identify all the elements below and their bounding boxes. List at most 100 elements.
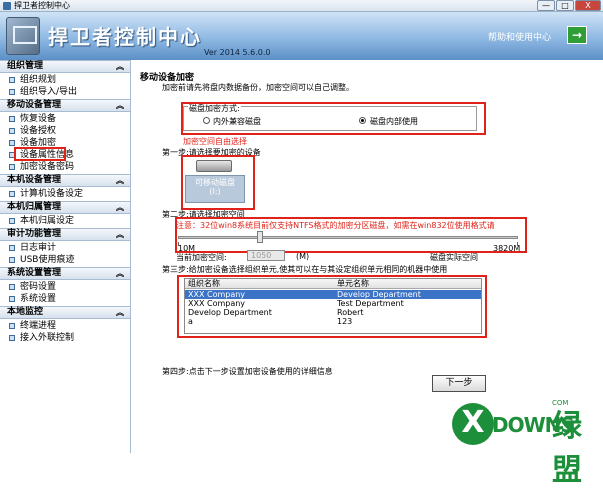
item-label: 组织规划 (20, 75, 57, 85)
item-label: 加密设备密码 (20, 162, 75, 172)
watermark-x-icon: X (452, 403, 494, 445)
sidebar-item-system-setting[interactable]: 系统设置 (0, 293, 130, 305)
minimize-button[interactable]: — (537, 0, 555, 11)
app-icon (3, 2, 11, 10)
item-icon (9, 335, 15, 341)
sidebar-item-device-auth[interactable]: 设备授权 (0, 125, 130, 137)
sidebar-item-password-setting[interactable]: 密码设置 (0, 281, 130, 293)
current-space-label: 当前加密空间: (176, 253, 227, 262)
sidebar-section-mobile: 移动设备管理 ︽ 恢复设备 设备授权 设备加密 设备属性信息 加密设备密码 (0, 99, 130, 174)
slider-max-label: 3820M (493, 244, 521, 253)
item-icon (9, 323, 15, 329)
maximize-button[interactable]: □ (556, 0, 574, 11)
sidebar-item-org-plan[interactable]: 组织规划 (0, 74, 130, 86)
section-title: 组织管理 (7, 61, 44, 71)
app-title: 捍卫者控制中心 (48, 25, 202, 49)
item-icon (9, 191, 15, 197)
item-label: 系统设置 (20, 294, 57, 304)
app-logo-icon (6, 17, 40, 55)
sidebar-section-system: 系统设置管理 ︽ 密码设置 系统设置 (0, 267, 130, 306)
item-icon (9, 116, 15, 122)
section-title: 移动设备管理 (7, 100, 62, 110)
disk-actual-space-label: 磁盘实际空间 (430, 253, 478, 262)
sidebar-section-ownership: 本机归属管理 ︽ 本机归属设定 (0, 201, 130, 228)
window-title: 捍卫者控制中心 (14, 1, 70, 10)
app-header: 捍卫者控制中心 Ver 2014 5.6.0.0 帮助和使用中心 → (0, 12, 603, 60)
collapse-chevron-icon[interactable]: ︽ (116, 268, 124, 279)
free-choice-label: 加密空间自由选择 (183, 137, 247, 146)
item-label: 接入外联控制 (20, 333, 75, 343)
sidebar-section-header[interactable]: 本机归属管理 ︽ (0, 201, 130, 214)
sidebar-item-process[interactable]: 终端进程 (0, 320, 130, 332)
item-label: 密码设置 (20, 282, 57, 292)
sidebar-section-header[interactable]: 审计功能管理 ︽ (0, 228, 130, 241)
highlight-box (181, 155, 255, 210)
window-titlebar: 捍卫者控制中心 — □ X (0, 0, 603, 12)
item-icon (9, 257, 15, 263)
sidebar-item-device-password[interactable]: 加密设备密码 (0, 161, 130, 173)
highlight-box (177, 275, 487, 338)
step4-label: 第四步:点击下一步设置加密设备使用的详细信息 (162, 367, 333, 376)
current-space-input[interactable]: 1050 (247, 250, 285, 261)
sidebar-item-org-import[interactable]: 组织导入/导出 (0, 86, 130, 98)
collapse-chevron-icon[interactable]: ︽ (116, 175, 124, 186)
highlight-box (175, 217, 527, 253)
next-step-button[interactable]: 下一步 (432, 375, 486, 392)
version-label: Ver 2014 5.6.0.0 (204, 48, 271, 57)
item-icon (9, 245, 15, 251)
item-label: 设备授权 (20, 126, 57, 136)
close-button[interactable]: X (575, 0, 601, 11)
section-title: 系统设置管理 (7, 268, 62, 278)
section-title: 审计功能管理 (7, 229, 62, 239)
item-icon (9, 218, 15, 224)
window-controls: — □ X (536, 0, 601, 12)
sidebar-section-org: 组织管理 ︽ 组织规划 组织导入/导出 (0, 60, 130, 99)
item-label: 恢复设备 (20, 114, 57, 124)
item-label: 组织导入/导出 (20, 87, 78, 97)
sidebar-item-computer-device[interactable]: 计算机设备设定 (0, 188, 130, 200)
page-description: 加密前请先将盘内数据备份，加密空间可以自己调整。 (162, 83, 354, 92)
section-title: 本机归属管理 (7, 202, 62, 212)
sidebar-item-ownership-setting[interactable]: 本机归属设定 (0, 215, 130, 227)
item-icon (9, 128, 15, 134)
unit-label: (M) (296, 252, 310, 261)
sidebar-section-local-device: 本机设备管理 ︽ 计算机设备设定 (0, 174, 130, 201)
sidebar-item-log-audit[interactable]: 日志审计 (0, 242, 130, 254)
slider-ticks (178, 242, 518, 246)
item-icon (9, 284, 15, 290)
collapse-chevron-icon[interactable]: ︽ (116, 61, 124, 72)
watermark-cn: 绿盟 (552, 409, 582, 488)
watermark-logo: X DOWNS COM 绿盟 (452, 395, 602, 488)
sidebar-section-header[interactable]: 本地监控 ︽ (0, 306, 130, 319)
sidebar-item-external-control[interactable]: 接入外联控制 (0, 332, 130, 344)
help-center-link[interactable]: 帮助和使用中心 (488, 30, 551, 43)
sidebar-item-restore-device[interactable]: 恢复设备 (0, 113, 130, 125)
item-icon (9, 164, 15, 170)
space-slider-track[interactable] (178, 236, 518, 239)
sidebar-section-monitor: 本地监控 ︽ 终端进程 接入外联控制 (0, 306, 130, 345)
item-label: USB使用痕迹 (20, 255, 75, 265)
item-icon (9, 89, 15, 95)
item-icon (9, 296, 15, 302)
section-title: 本机设备管理 (7, 175, 62, 185)
sidebar-section-header[interactable]: 本机设备管理 ︽ (0, 174, 130, 187)
item-label: 计算机设备设定 (20, 189, 84, 199)
highlight-box (14, 147, 66, 161)
sidebar-section-header[interactable]: 移动设备管理 ︽ (0, 99, 130, 112)
collapse-chevron-icon[interactable]: ︽ (116, 202, 124, 213)
help-arrow-icon[interactable]: → (567, 26, 587, 44)
sidebar-section-header[interactable]: 组织管理 ︽ (0, 60, 130, 73)
sidebar: 组织管理 ︽ 组织规划 组织导入/导出 移动设备管理 ︽ 恢复设备 设备授权 设备加… (0, 60, 131, 453)
sidebar-section-audit: 审计功能管理 ︽ 日志审计 USB使用痕迹 (0, 228, 130, 267)
collapse-chevron-icon[interactable]: ︽ (116, 307, 124, 318)
collapse-chevron-icon[interactable]: ︽ (116, 100, 124, 111)
step3-label: 第三步:给加密设备选择组织单元,使其可以在与其设定组织单元相同的机器中使用 (162, 265, 448, 274)
collapse-chevron-icon[interactable]: ︽ (116, 229, 124, 240)
item-icon (9, 77, 15, 83)
highlight-box (181, 102, 486, 135)
sidebar-item-usb-trace[interactable]: USB使用痕迹 (0, 254, 130, 266)
sidebar-section-header[interactable]: 系统设置管理 ︽ (0, 267, 130, 280)
item-label: 日志审计 (20, 243, 57, 253)
item-icon (9, 140, 15, 146)
section-title: 本地监控 (7, 307, 44, 317)
